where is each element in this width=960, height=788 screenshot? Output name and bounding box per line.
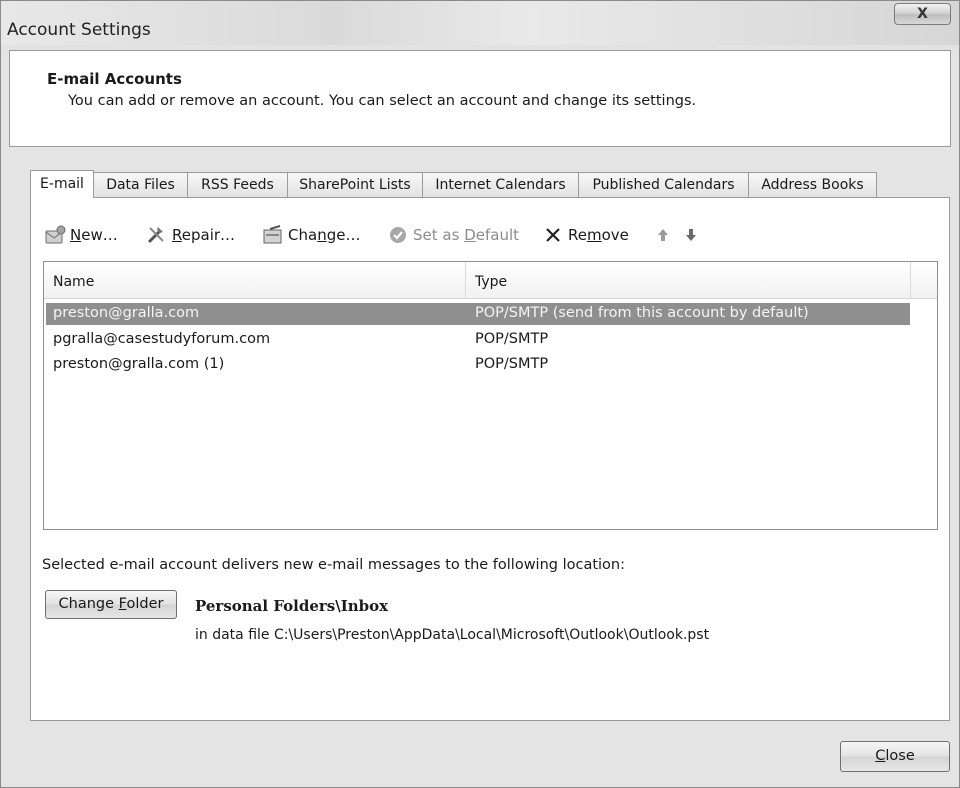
data-file-path: in data file C:\Users\Preston\AppData\Lo… [195,627,710,643]
tab-sharepoint-lists[interactable]: SharePoint Lists [287,172,423,197]
repair-icon [146,224,168,246]
set-as-default-button[interactable]: Set as Default [387,222,519,248]
change-folder-button[interactable]: Change Folder [45,590,177,619]
close-button[interactable]: Close [840,741,950,772]
window-title: Account Settings [7,20,151,40]
tab-published-calendars[interactable]: Published Calendars [578,172,749,197]
column-header-type[interactable]: Type [475,274,507,290]
move-down-button[interactable] [680,222,706,248]
tab-internet-calendars[interactable]: Internet Calendars [422,172,579,197]
tab-email[interactable]: E-mail [30,170,94,198]
account-row[interactable]: pgralla@casestudyforum.com POP/SMTP [46,329,910,351]
accounts-list[interactable]: Name Type preston@gralla.com POP/SMTP (s… [43,261,938,530]
arrow-down-icon [680,224,702,246]
tab-rss-feeds[interactable]: RSS Feeds [187,172,288,197]
account-row[interactable]: preston@gralla.com (1) POP/SMTP [46,354,910,376]
delivery-location-label: Selected e-mail account delivers new e-m… [42,557,626,573]
tab-address-books[interactable]: Address Books [748,172,877,197]
close-window-button[interactable]: X [894,3,951,25]
change-icon [262,224,284,246]
title-bar: Account Settings X [1,1,959,45]
header-title: E-mail Accounts [47,70,182,88]
column-header-name[interactable]: Name [53,274,94,290]
account-type: POP/SMTP [475,356,549,372]
remove-x-icon [542,224,564,246]
column-divider[interactable] [910,262,911,298]
account-name: pgralla@casestudyforum.com [53,331,271,347]
arrow-up-icon [652,224,674,246]
move-up-button[interactable] [652,222,678,248]
new-button[interactable]: New… [44,222,118,248]
change-button[interactable]: Change… [262,222,360,248]
account-type: POP/SMTP [475,331,549,347]
checkmark-icon [387,224,409,246]
header-panel: E-mail Accounts You can add or remove an… [9,50,951,147]
account-name: preston@gralla.com [53,305,200,321]
list-header: Name Type [44,262,937,299]
new-account-icon [44,224,66,246]
account-row[interactable]: preston@gralla.com POP/SMTP (send from t… [46,303,910,325]
delivery-folder: Personal Folders\Inbox [195,597,389,615]
header-description: You can add or remove an account. You ca… [68,93,697,109]
repair-button[interactable]: Repair… [146,222,235,248]
account-name: preston@gralla.com (1) [53,356,225,372]
remove-button[interactable]: Remove [542,222,629,248]
tab-data-files[interactable]: Data Files [93,172,188,197]
column-divider[interactable] [465,262,466,298]
account-type: POP/SMTP (send from this account by defa… [475,305,809,321]
